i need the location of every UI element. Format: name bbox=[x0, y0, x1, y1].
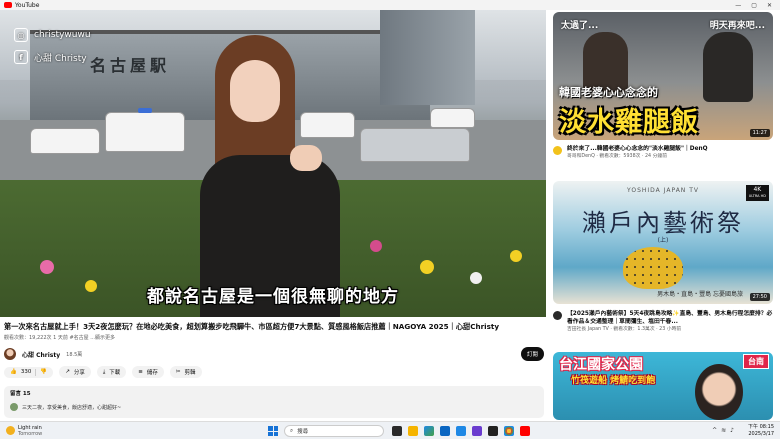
related-info-2[interactable]: 【2025瀨戶內藝術祭】5天4夜跳島攻略✨直島、豐島、男木島行程怎麼排？必看作品… bbox=[553, 310, 775, 333]
minimize-button[interactable]: — bbox=[735, 2, 741, 9]
app-icon[interactable] bbox=[472, 426, 482, 436]
scene-car bbox=[360, 128, 470, 162]
channel-avatar[interactable] bbox=[553, 311, 562, 320]
scene-tower bbox=[380, 10, 475, 105]
video-duration: 27:50 bbox=[749, 293, 770, 301]
channel-avatar[interactable] bbox=[4, 348, 16, 360]
youtube-taskbar-icon[interactable] bbox=[520, 426, 530, 436]
channel-name[interactable]: 心甜 Christy bbox=[22, 350, 60, 359]
like-count[interactable]: 330 bbox=[21, 369, 32, 375]
task-view-icon[interactable] bbox=[392, 426, 402, 436]
scene-flower bbox=[510, 250, 522, 262]
store-icon[interactable] bbox=[440, 426, 450, 436]
window-title: YouTube bbox=[15, 1, 40, 9]
facebook-icon: f bbox=[14, 50, 28, 64]
search-icon: ⌕ bbox=[290, 427, 294, 434]
clip-button[interactable]: ✂ 剪輯 bbox=[169, 366, 202, 378]
thumb-down-icon[interactable]: 👎 bbox=[40, 369, 47, 375]
video-player[interactable]: 名古屋駅 ◎ christywuwu f 心甜 Christy 都說名古屋是一個… bbox=[0, 10, 546, 317]
video-title: 第一次來名古屋就上手！3天2夜怎麼玩？在地必吃美食，超划算搬步吃飛驒牛、市區超方… bbox=[4, 322, 500, 331]
share-icon: ↗ bbox=[65, 369, 70, 375]
comments-label: 留言 15 bbox=[10, 391, 31, 397]
related-thumbnail-1[interactable]: 太過了... 明天再來吧... 韓國老婆心心念念的 淡水雞腿飯 11:27 bbox=[553, 12, 773, 140]
action-bar: 👍 330 👎 ↗ 分享 ⤓ 下載 ≡ 儲存 ✂ 剪輯 bbox=[4, 366, 202, 378]
window-controls: — ▢ ✕ bbox=[735, 2, 780, 9]
scene-car bbox=[430, 108, 475, 128]
scene-taxi bbox=[105, 112, 185, 152]
app-icon[interactable] bbox=[488, 426, 498, 436]
share-button[interactable]: ↗ 分享 bbox=[59, 366, 91, 378]
video-meta[interactable]: 觀看次數：19,222次 1 天前 #名古屋 ...顯示更多 bbox=[4, 334, 115, 341]
close-button[interactable]: ✕ bbox=[767, 2, 772, 9]
taskbar-search[interactable]: ⌕ 搜尋 bbox=[284, 425, 384, 437]
related-meta: 吉田社長 Japan TV · 觀看次數：1.3萬次 · 23 小時前 bbox=[567, 327, 682, 332]
download-button[interactable]: ⤓ 下載 bbox=[96, 366, 127, 378]
wifi-icon[interactable]: ≋ bbox=[721, 427, 726, 434]
scene-flower bbox=[370, 240, 382, 252]
pumpkin-sculpture bbox=[623, 247, 683, 289]
file-explorer-icon[interactable] bbox=[408, 426, 418, 436]
scene-car bbox=[30, 128, 100, 154]
maximize-button[interactable]: ▢ bbox=[751, 2, 757, 9]
like-dislike-group: 👍 330 👎 bbox=[4, 366, 54, 378]
scene-flower bbox=[420, 260, 434, 274]
chevron-up-icon[interactable]: ^ bbox=[712, 427, 717, 434]
system-tray: ^ ≋ ♪ bbox=[712, 427, 734, 434]
video-subtitle: 都說名古屋是一個很無聊的地方 bbox=[147, 287, 399, 307]
related-info-1[interactable]: 終於來了...韓國老婆心心念念的"淡水雞腿飯"｜DenQ 哥哥和DenQ · 觀… bbox=[553, 145, 775, 160]
windows-start-icon[interactable] bbox=[268, 426, 278, 436]
station-sign: 名古屋駅 bbox=[90, 56, 171, 75]
facebook-handle: f 心甜 Christy bbox=[14, 50, 87, 64]
related-meta: 哥哥和DenQ · 觀看次數：5938次 · 24 分鐘前 bbox=[567, 154, 668, 159]
windows-taskbar: Light rain Tomorrow ⌕ 搜尋 ^ ≋ ♪ 下午 08:15 … bbox=[0, 421, 780, 439]
channel-row: 心甜 Christy 18.5萬 訂閱 bbox=[4, 347, 544, 361]
scene-flower bbox=[40, 260, 54, 274]
scissors-icon: ✂ bbox=[175, 369, 181, 375]
presenter bbox=[190, 35, 340, 317]
related-thumbnail-3[interactable]: 台江國家公園 台南 竹筏遊船 烤鯖吃到飽 bbox=[553, 352, 773, 420]
weather-widget[interactable]: Light rain Tomorrow bbox=[6, 425, 42, 437]
instagram-icon: ◎ bbox=[14, 28, 28, 42]
subscriber-count: 18.5萬 bbox=[66, 351, 83, 358]
download-icon: ⤓ bbox=[102, 368, 106, 375]
mail-icon[interactable] bbox=[456, 426, 466, 436]
taskbar-apps bbox=[392, 426, 530, 436]
scene-taxi-sign bbox=[138, 108, 152, 113]
related-title[interactable]: 【2025瀨戶內藝術祭】5天4夜跳島攻略✨直島、豐島、男木島行程怎麼排？必看作品… bbox=[567, 310, 775, 326]
commenter-avatar bbox=[10, 403, 18, 411]
chrome-icon[interactable] bbox=[504, 426, 514, 436]
instagram-handle: ◎ christywuwu bbox=[14, 28, 91, 42]
comment-preview: 三天二夜，享受美食，飯店舒適，心甜超好~ bbox=[10, 403, 538, 411]
related-thumbnail-2[interactable]: YOSHIDA JAPAN TV 4K ULTRA HD 瀨戶內藝術祭 (上) … bbox=[553, 181, 773, 304]
save-icon: ≡ bbox=[138, 369, 143, 375]
subscribe-button[interactable]: 訂閱 bbox=[520, 347, 544, 361]
volume-icon[interactable]: ♪ bbox=[730, 427, 734, 434]
comments-panel[interactable]: 留言 15 三天二夜，享受美食，飯店舒適，心甜超好~ bbox=[4, 386, 544, 418]
4k-badge: 4K ULTRA HD bbox=[745, 185, 769, 201]
edge-icon[interactable] bbox=[424, 426, 434, 436]
title-bar: YouTube — ▢ ✕ bbox=[0, 0, 780, 10]
save-button[interactable]: ≡ 儲存 bbox=[132, 366, 164, 378]
video-duration: 11:27 bbox=[749, 129, 770, 137]
related-title[interactable]: 終於來了...韓國老婆心心念念的"淡水雞腿飯"｜DenQ bbox=[567, 145, 708, 153]
weather-icon bbox=[6, 426, 15, 435]
youtube-logo-icon bbox=[4, 2, 12, 8]
thumb-up-icon[interactable]: 👍 bbox=[10, 369, 17, 375]
clock[interactable]: 下午 08:15 2025/3/17 bbox=[748, 424, 774, 438]
channel-avatar[interactable] bbox=[553, 146, 562, 155]
